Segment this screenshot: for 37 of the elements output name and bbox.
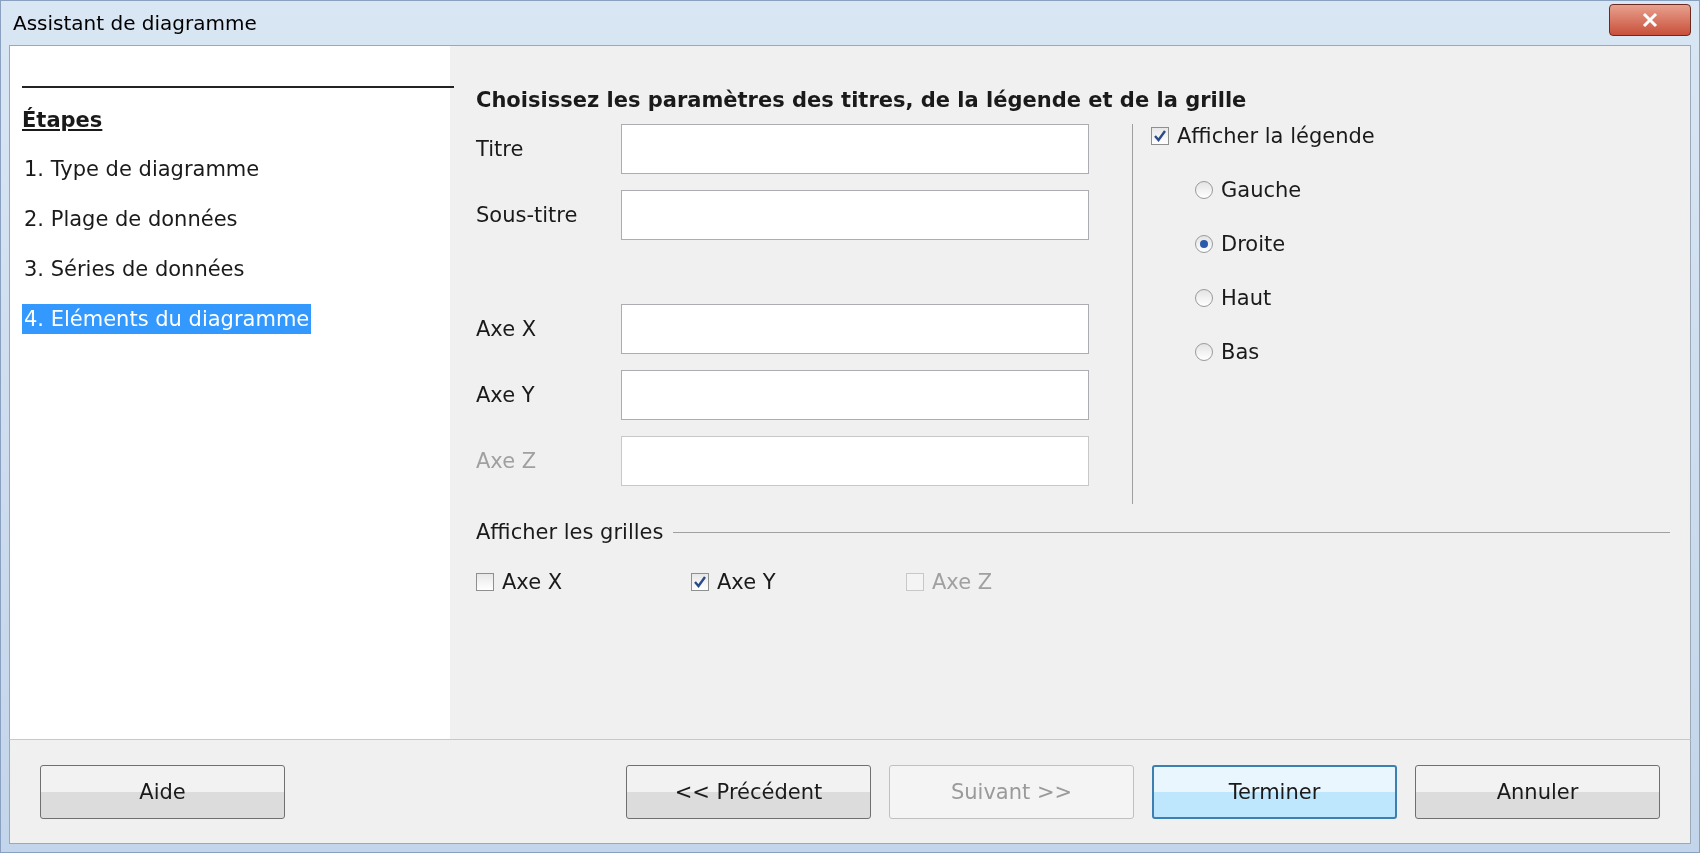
dialog-button[interactable]: Terminer [1152,764,1397,819]
radio-label: Droite [1221,232,1286,256]
radio-label: Gauche [1221,178,1302,202]
radio-label: Bas [1221,340,1260,364]
help-button[interactable]: Aide [40,764,285,819]
window-title: Assistant de diagramme [12,11,257,35]
radio-button[interactable] [1195,181,1213,199]
radio-button[interactable] [1195,343,1213,361]
steps-heading: Étapes [22,86,454,132]
checkbox[interactable] [1151,127,1169,145]
section-heading: Choisissez les paramètres des titres, de la légende et de la grille [476,88,1248,112]
radio-button[interactable] [1195,235,1213,253]
field-label: Axe X [476,317,538,341]
radio-button[interactable] [1195,289,1213,307]
field-label: Titre [476,137,525,161]
checkbox[interactable] [691,573,709,591]
checkbox-label: Axe X [502,570,563,594]
input-field[interactable] [621,124,1089,174]
step-item[interactable]: 2. Plage de données [22,204,240,234]
dialog-button[interactable]: << Précédent [626,764,871,819]
step-item[interactable]: 3. Séries de données [22,254,247,284]
close-button[interactable] [1609,4,1691,36]
field-label: Sous-titre [476,203,579,227]
step-item[interactable]: 1. Type de diagramme [22,154,262,184]
group-label: Afficher les grilles [476,520,664,544]
checkbox-label: Afficher la légende [1177,124,1375,148]
dialog-button[interactable]: Annuler [1415,764,1660,819]
checkbox-label: Axe Z [932,570,993,594]
checkbox-label: Axe Y [717,570,776,594]
close-icon [1640,12,1660,28]
field-label: Axe Y [476,383,536,407]
radio-label: Haut [1221,286,1272,310]
input-field[interactable] [621,304,1089,354]
checkbox[interactable] [476,573,494,591]
field-label: Axe Z [476,449,538,473]
input-field[interactable] [621,370,1089,420]
input-field[interactable] [621,190,1089,240]
